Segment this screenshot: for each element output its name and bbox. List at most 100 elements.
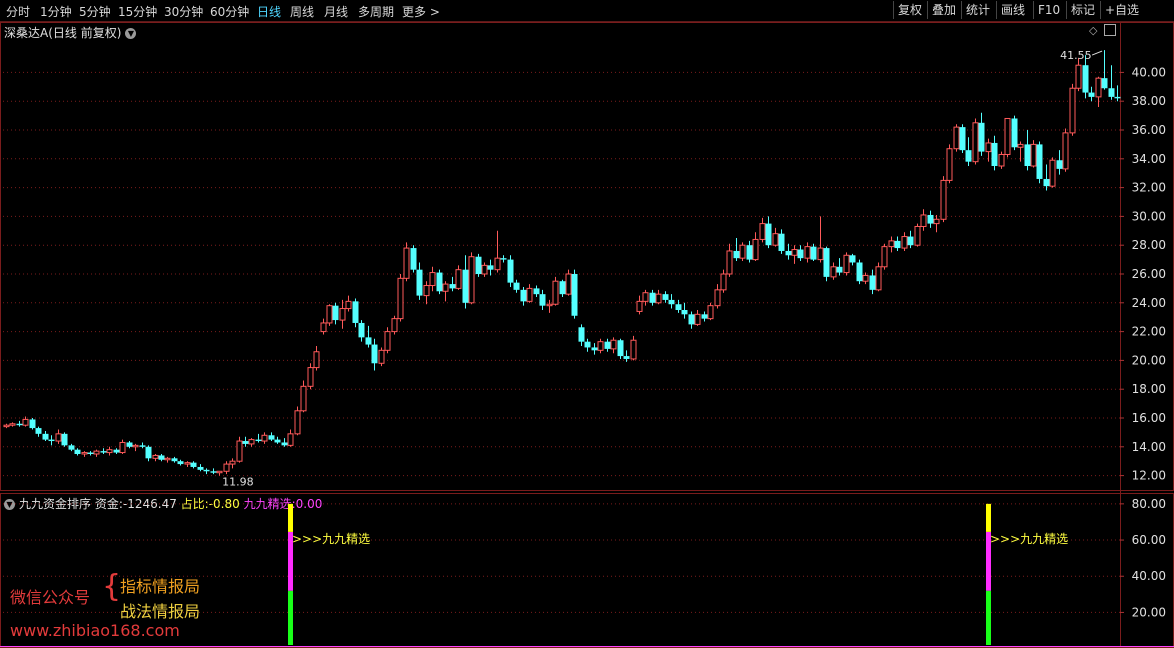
candle-body	[539, 294, 546, 306]
window-icon[interactable]	[1104, 24, 1116, 36]
y-tick-label: 36.00	[1132, 123, 1166, 137]
candle-body	[752, 238, 759, 261]
candle-body	[726, 250, 733, 275]
candle-body	[320, 322, 327, 333]
candle-body	[843, 254, 850, 274]
candle-body	[1101, 78, 1108, 89]
candle-body	[119, 441, 126, 454]
candle-body	[1108, 88, 1115, 97]
candle-body	[29, 419, 36, 429]
candle-body	[869, 275, 876, 290]
candle-body	[597, 341, 604, 351]
candle-body	[733, 250, 740, 259]
candle-body	[927, 214, 934, 224]
candle-body	[1024, 144, 1031, 166]
y-tick-label: 38.00	[1132, 94, 1166, 108]
candle-body	[300, 385, 307, 412]
candle-body	[287, 433, 294, 446]
y-tick-label: 34.00	[1132, 152, 1166, 166]
candle-body	[16, 423, 23, 426]
low-price-label: 11.98	[222, 476, 254, 489]
candle-body	[630, 339, 637, 360]
candle-body	[378, 349, 385, 364]
candle-body	[442, 283, 449, 292]
candle-body	[313, 351, 320, 369]
diamond-icon[interactable]: ◇	[1089, 24, 1097, 37]
candle-body	[998, 153, 1005, 167]
candle-body	[584, 341, 591, 348]
candle-body	[132, 444, 139, 448]
candle-body	[946, 148, 953, 181]
candle-body	[352, 301, 359, 323]
y-tick-label: 18.00	[1132, 382, 1166, 396]
candle-body	[1088, 92, 1095, 97]
candle-body	[61, 433, 68, 446]
candlestick-chart[interactable]: >>>九九精选 >>>九九精选 12.00 14.00 16.00 18.00 20.00…	[0, 0, 1174, 648]
y-tick-label: 32.00	[1132, 181, 1166, 195]
signal-label: >>>九九精选	[292, 532, 370, 546]
candle-body	[888, 240, 895, 248]
watermark-line2: 战法情报局	[120, 602, 201, 621]
candle-body	[236, 440, 243, 462]
candle-body	[126, 442, 133, 447]
y-tick-label: 24.00	[1132, 296, 1166, 310]
candle-body	[604, 341, 611, 349]
candle-body	[1043, 178, 1050, 187]
candle-body	[914, 225, 921, 246]
candle-body	[881, 246, 888, 268]
candle-body	[307, 367, 314, 387]
watermark-brace: {	[102, 569, 122, 604]
candle-body	[810, 246, 817, 260]
candle-body	[1062, 132, 1069, 170]
candle-body	[274, 439, 281, 443]
candle-body	[797, 249, 804, 259]
candle-body	[455, 269, 462, 289]
candle-body	[804, 246, 811, 259]
candle-body	[953, 126, 960, 150]
candle-body	[571, 274, 578, 316]
candle-body	[649, 292, 656, 303]
candle-body	[326, 305, 333, 324]
candle-body	[177, 461, 184, 465]
candle-body	[985, 142, 992, 153]
watermark-url: www.zhibiao168.com	[10, 621, 180, 640]
y-tick-label: 20.00	[1132, 605, 1166, 619]
y-tick-label: 12.00	[1132, 469, 1166, 483]
candle-body	[81, 452, 88, 455]
candle-body	[513, 282, 520, 290]
candle-body	[55, 433, 62, 442]
candle-body	[339, 308, 346, 321]
candle-body	[216, 470, 223, 474]
candle-body	[746, 245, 753, 260]
high-arrow	[1091, 50, 1103, 56]
candle-body	[675, 304, 682, 310]
candle-body	[145, 446, 152, 459]
candle-body	[1036, 144, 1043, 179]
candle-body	[965, 150, 972, 162]
candle-body	[164, 457, 171, 461]
candle-body	[765, 223, 772, 246]
candle-body	[591, 347, 598, 351]
candle-body	[720, 273, 727, 291]
candle-body	[791, 249, 798, 256]
candle-body	[358, 322, 365, 338]
candle-body	[681, 310, 688, 315]
y-tick-label: 16.00	[1132, 411, 1166, 425]
candle-body	[190, 462, 197, 467]
candle-body	[1017, 143, 1024, 148]
candle-body	[1030, 143, 1037, 167]
candle-body	[416, 269, 423, 296]
y-tick-label: 60.00	[1132, 533, 1166, 547]
y-tick-label: 30.00	[1132, 209, 1166, 223]
signal-bar-segment	[288, 503, 293, 532]
candle-body	[371, 344, 378, 364]
candle-body	[655, 293, 662, 304]
candle-body	[494, 257, 501, 271]
candle-body	[875, 266, 882, 291]
candle-body	[759, 223, 766, 240]
signal-label: >>>九九精选	[990, 532, 1068, 546]
signal-bar-segment	[986, 590, 991, 645]
high-price-label: 41.55	[1060, 49, 1092, 62]
candle-body	[526, 287, 533, 302]
candle-body	[487, 265, 494, 270]
